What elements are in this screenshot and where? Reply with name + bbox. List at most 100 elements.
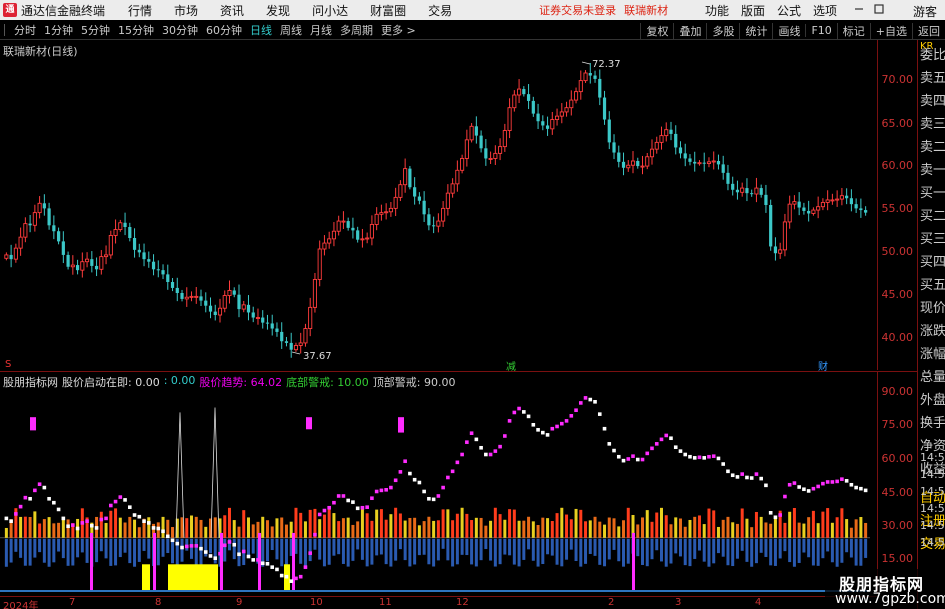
candle <box>825 190 830 211</box>
maximize-icon[interactable] <box>873 3 885 15</box>
histogram-bar <box>427 516 431 565</box>
date-axis: 2024年 7 8 9 10 11 12 2 3 4 <box>0 596 877 609</box>
trend-dot <box>61 516 66 521</box>
histogram-bar <box>712 510 716 564</box>
histogram-bar <box>664 515 668 567</box>
menu-news[interactable]: 资讯 <box>209 2 255 19</box>
candle <box>820 198 825 211</box>
period-weekly[interactable]: 周线 <box>276 22 306 38</box>
adjust-button[interactable]: 复权 <box>640 22 673 39</box>
trend-dot <box>621 458 626 463</box>
menu-function[interactable]: 功能 <box>699 2 735 19</box>
period-60min[interactable]: 60分钟 <box>202 22 246 38</box>
stats-button[interactable]: 统计 <box>739 22 772 39</box>
mark-button[interactable]: 标记 <box>836 22 870 39</box>
period-30min[interactable]: 30分钟 <box>158 22 202 38</box>
trend-dot <box>787 482 792 487</box>
period-monthly[interactable]: 月线 <box>306 22 336 38</box>
trend-dot <box>194 544 199 548</box>
candle <box>408 165 412 190</box>
trend-dot <box>564 419 569 423</box>
trend-dot <box>479 445 483 450</box>
candle <box>346 217 350 231</box>
candle <box>569 90 574 116</box>
indicator-chart[interactable] <box>0 372 877 594</box>
candle <box>108 230 113 259</box>
quote-row-label: 买一 <box>920 186 945 201</box>
menu-wealth[interactable]: 财富圈 <box>359 2 417 19</box>
histogram-bar <box>773 517 777 566</box>
candle <box>773 237 778 261</box>
histogram-bar <box>849 527 853 558</box>
candle <box>265 314 270 330</box>
menu-layout[interactable]: 版面 <box>735 2 771 19</box>
trend-dot <box>488 452 493 457</box>
histogram-bar <box>579 509 583 567</box>
histogram-bar <box>550 521 554 556</box>
candle <box>175 277 179 302</box>
trend-dot <box>351 500 355 504</box>
candle <box>104 245 109 265</box>
f10-button[interactable]: F10 <box>805 24 836 37</box>
trend-dot <box>735 475 740 479</box>
trend-dot <box>825 480 830 484</box>
candle <box>413 177 417 205</box>
candle <box>488 151 493 164</box>
candle <box>835 190 840 207</box>
period-1min[interactable]: 1分钟 <box>40 22 77 38</box>
menu-options[interactable]: 选项 <box>807 2 843 19</box>
trend-dot <box>707 454 711 459</box>
candle <box>769 199 773 251</box>
candle <box>118 219 123 232</box>
trend-dot <box>33 488 37 493</box>
period-multi[interactable]: 多周期 <box>336 22 377 38</box>
candle <box>61 231 65 264</box>
multi-stock-button[interactable]: 多股 <box>706 22 739 39</box>
menu-ask[interactable]: 问小达 <box>301 2 359 19</box>
period-intraday[interactable]: 分时 <box>10 22 40 38</box>
overlay-button[interactable]: 叠加 <box>673 22 706 39</box>
trend-dot <box>109 503 113 508</box>
stock-name-link[interactable]: 联瑞新材 <box>624 2 668 18</box>
minimize-icon[interactable] <box>853 3 865 15</box>
quote-row-label: 卖五 <box>920 71 945 86</box>
period-5min[interactable]: 5分钟 <box>77 22 114 38</box>
menu-formula[interactable]: 公式 <box>771 2 807 19</box>
candle <box>512 90 517 112</box>
menu-trade[interactable]: 交易 <box>417 2 463 19</box>
max-pointer <box>581 61 591 65</box>
candle <box>797 192 801 216</box>
histogram-bar <box>394 507 398 561</box>
back-button[interactable]: 返回 <box>912 22 945 39</box>
candlestick-chart[interactable] <box>0 40 877 370</box>
trend-dot <box>754 472 759 476</box>
histogram-bar <box>313 508 317 550</box>
candle <box>237 284 241 318</box>
trend-dot <box>431 497 436 502</box>
quote-panel: KR 委比 卖五 卖四 卖三 卖二 卖一 买一 买二 买三 买四 买五 现价 涨跌 涨幅 总量 外盘 换手 净资收… <box>917 40 945 609</box>
quote-row-label: 总量 <box>920 370 945 385</box>
menu-market[interactable]: 市场 <box>163 2 209 19</box>
candle <box>502 123 507 152</box>
login-warning[interactable]: 证券交易未登录 <box>539 2 616 18</box>
menu-discover[interactable]: 发现 <box>255 2 301 19</box>
period-daily[interactable]: 日线 <box>246 22 276 38</box>
trend-dot <box>721 462 726 466</box>
period-more[interactable]: 更多 > <box>377 22 420 38</box>
guest-account[interactable]: 游客 <box>913 3 937 20</box>
price-tick: 70.00 <box>881 73 914 86</box>
add-watchlist-button[interactable]: +自选 <box>869 22 912 39</box>
trend-dot <box>156 526 161 531</box>
price-tick: 40.00 <box>881 331 914 344</box>
histogram-bar <box>536 524 540 567</box>
histogram-bar <box>622 520 626 567</box>
period-15min[interactable]: 15分钟 <box>114 22 158 38</box>
candle <box>807 200 811 222</box>
menu-quotes[interactable]: 行情 <box>117 2 163 19</box>
histogram-bar <box>474 517 478 567</box>
quote-row-label: 买五 <box>920 278 945 293</box>
candle <box>194 287 199 304</box>
trend-dot <box>270 565 275 569</box>
trend-dot <box>778 513 782 517</box>
draw-line-button[interactable]: 画线 <box>772 22 805 39</box>
